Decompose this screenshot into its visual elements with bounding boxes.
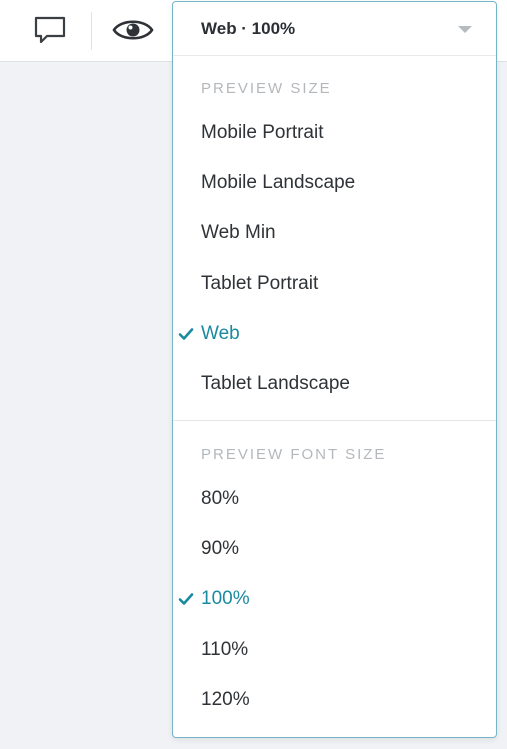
speech-bubble-icon xyxy=(34,16,66,44)
preview-size-option[interactable]: Tablet Portrait xyxy=(173,262,496,306)
preview-font-size-option[interactable]: 80% xyxy=(173,477,496,521)
option-label: Mobile Portrait xyxy=(201,122,324,143)
preview-font-size-option[interactable]: 100% xyxy=(173,577,496,621)
preview-font-size-option[interactable]: 90% xyxy=(173,527,496,571)
option-label: 110% xyxy=(201,638,249,660)
preview-font-size-option[interactable]: 110% xyxy=(173,628,496,672)
preview-size-option[interactable]: Mobile Landscape xyxy=(173,161,496,205)
checkmark-icon xyxy=(178,593,194,606)
option-label: 90% xyxy=(201,538,240,560)
option-label: 120% xyxy=(201,688,250,710)
section-heading-preview-font-size: PREVIEW FONT SIZE xyxy=(201,446,387,463)
preview-size-option[interactable]: Mobile Portrait xyxy=(173,111,496,155)
option-label: 100% xyxy=(201,588,250,610)
preview-font-size-option[interactable]: 120% xyxy=(173,678,496,722)
toolbar-divider xyxy=(91,12,92,50)
option-label: Web xyxy=(201,322,240,344)
comment-button[interactable] xyxy=(26,10,74,50)
section-heading-preview-size: PREVIEW SIZE xyxy=(201,80,332,97)
preview-size-option[interactable]: Web Min xyxy=(173,211,496,255)
preview-settings-select[interactable]: Web · 100% xyxy=(173,2,496,56)
option-label: Tablet Portrait xyxy=(201,272,319,294)
checkmark-icon xyxy=(178,327,194,340)
chevron-down-icon xyxy=(458,26,472,33)
preview-size-option[interactable]: Web xyxy=(173,312,496,356)
option-label: Web Min xyxy=(201,222,276,244)
option-label: Tablet Landscape xyxy=(201,373,350,394)
section-divider xyxy=(173,420,496,421)
preview-button[interactable] xyxy=(109,10,157,50)
option-label: Mobile Landscape xyxy=(201,172,356,194)
selected-value: Web · 100% xyxy=(201,19,296,38)
preview-settings-dropdown: Web · 100% PREVIEW SIZE Mobile Portrait M… xyxy=(172,1,497,738)
eye-icon xyxy=(112,20,154,40)
preview-size-option[interactable]: Tablet Landscape xyxy=(173,362,496,406)
option-label: 80% xyxy=(201,488,240,509)
